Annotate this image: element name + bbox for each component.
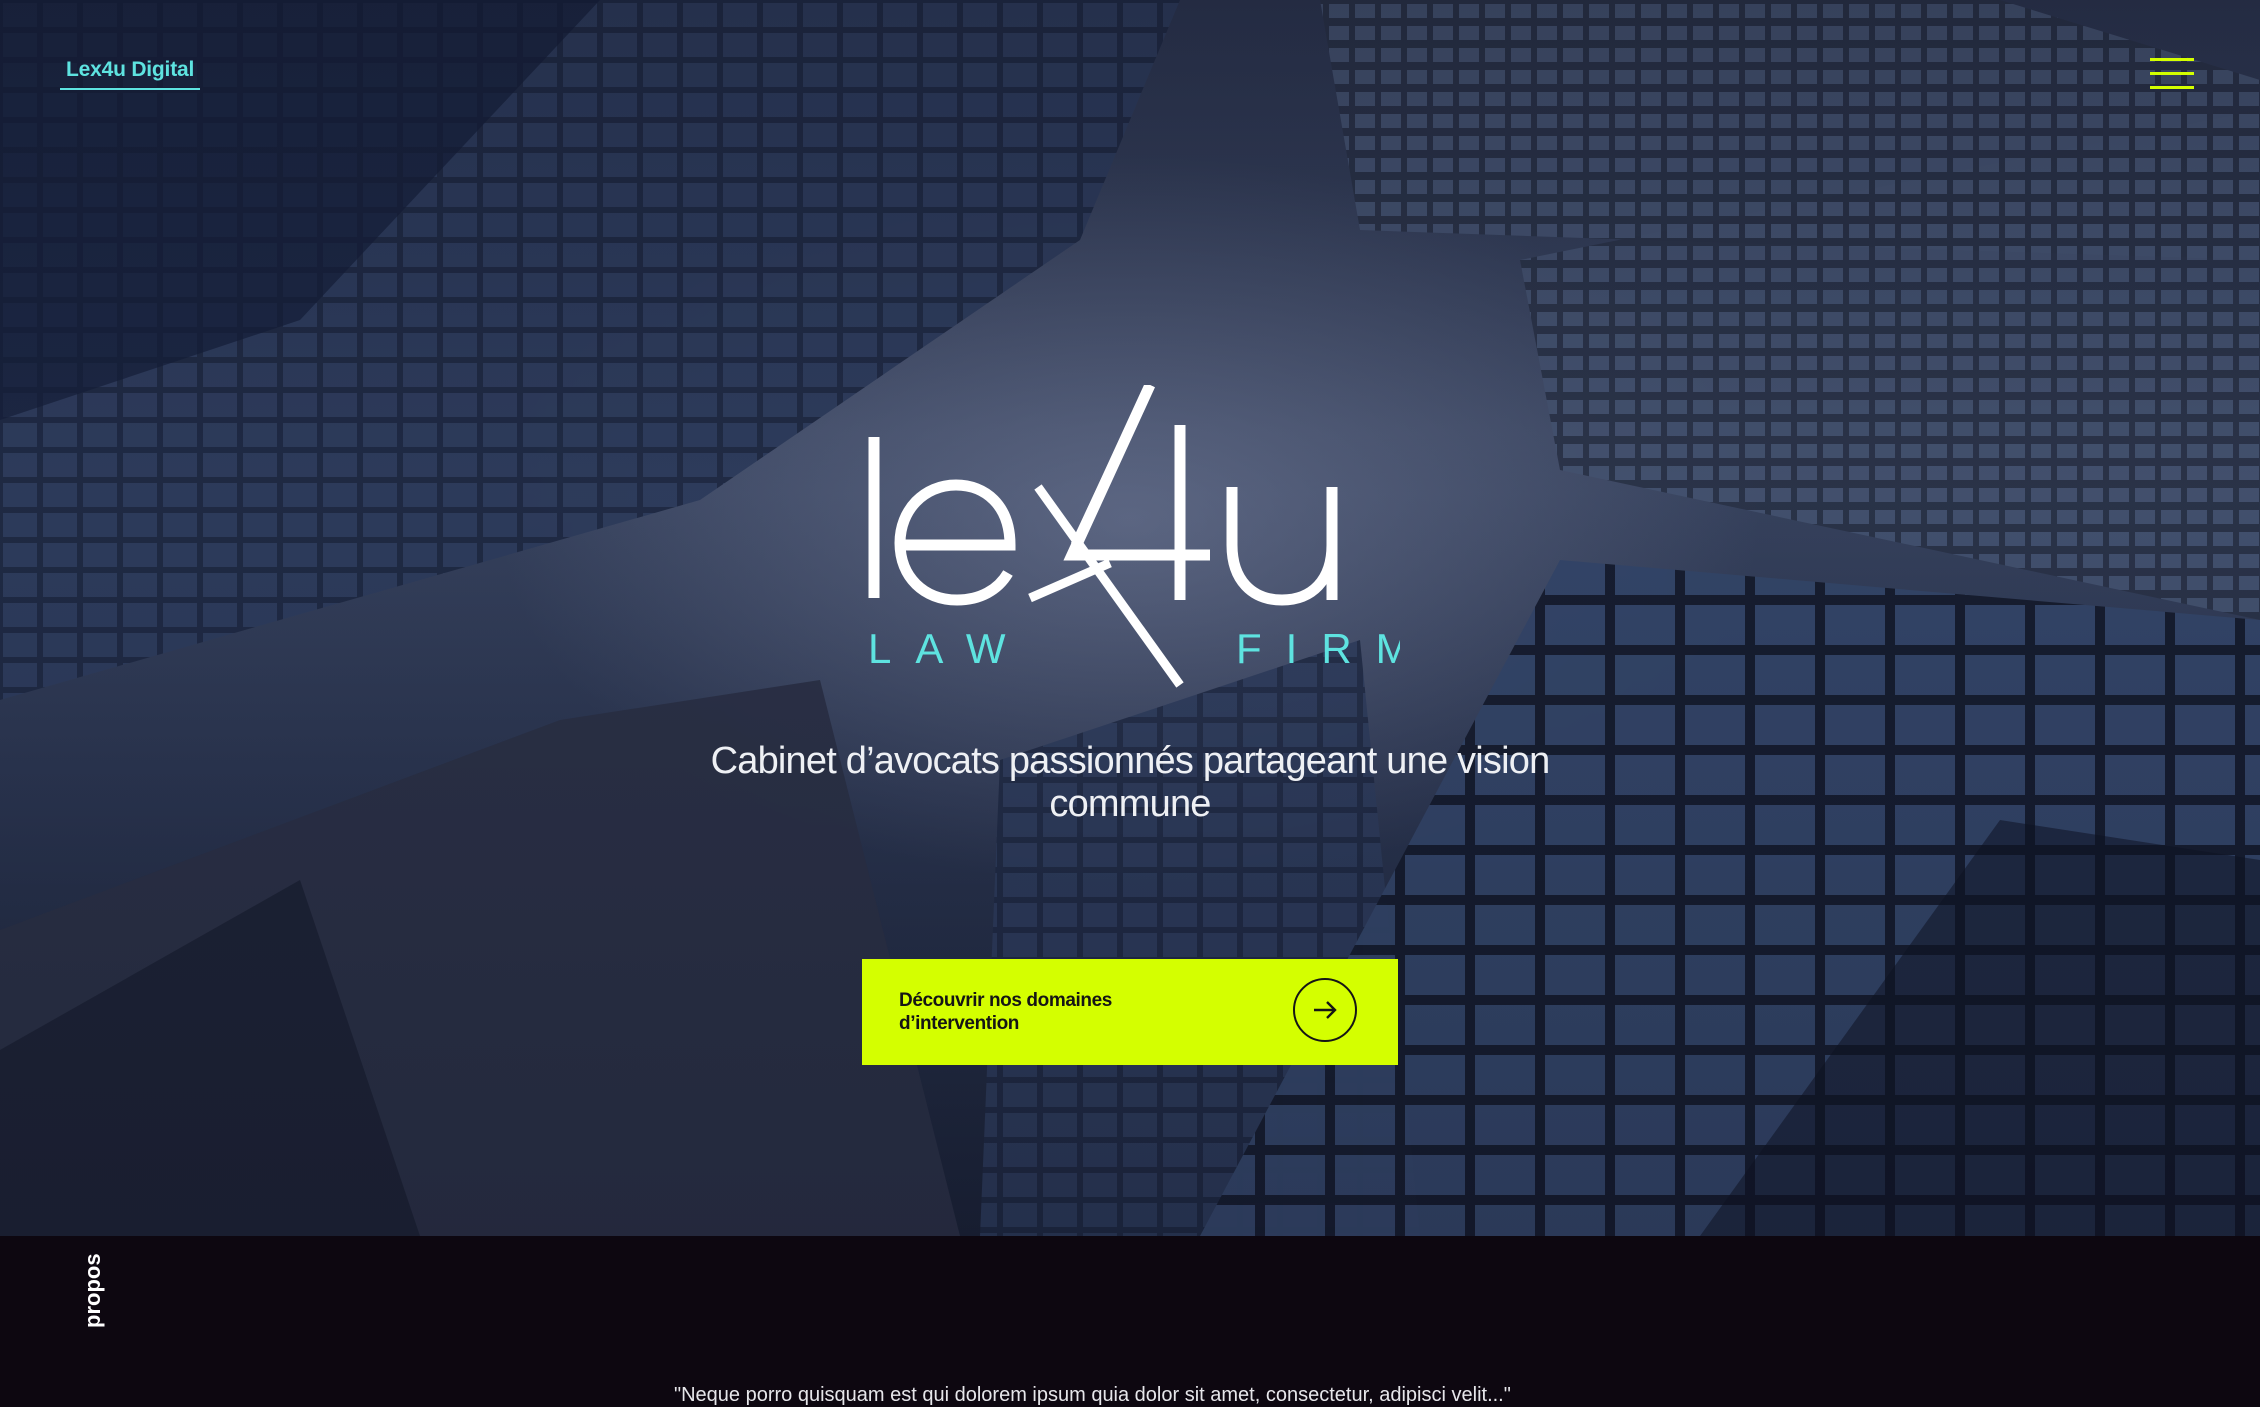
- discover-domains-button[interactable]: Découvrir nos domaines d’intervention: [862, 959, 1398, 1065]
- about-section: [0, 1236, 2260, 1400]
- hero-section: Lex4u Digital LAW FIRM Cabinet d’avocats…: [0, 0, 2260, 1236]
- hero-tagline: Cabinet d’avocats passionnés partageant …: [710, 740, 1551, 825]
- hamburger-menu-icon: [2150, 58, 2194, 61]
- about-quote: "Neque porro quisquam est qui dolorem ip…: [674, 1384, 1511, 1406]
- lex4u-logo: LAW FIRM: [868, 385, 1400, 688]
- cta-label: Découvrir nos domaines d’intervention: [899, 990, 1112, 1034]
- arrow-right-icon: [1293, 978, 1357, 1042]
- logo-law-text: LAW: [868, 625, 1029, 672]
- logo-firm-text: FIRM: [1236, 625, 1400, 672]
- menu-button[interactable]: [2150, 58, 2196, 92]
- brand-link[interactable]: Lex4u Digital: [60, 58, 201, 90]
- about-side-label: propos: [80, 1253, 105, 1328]
